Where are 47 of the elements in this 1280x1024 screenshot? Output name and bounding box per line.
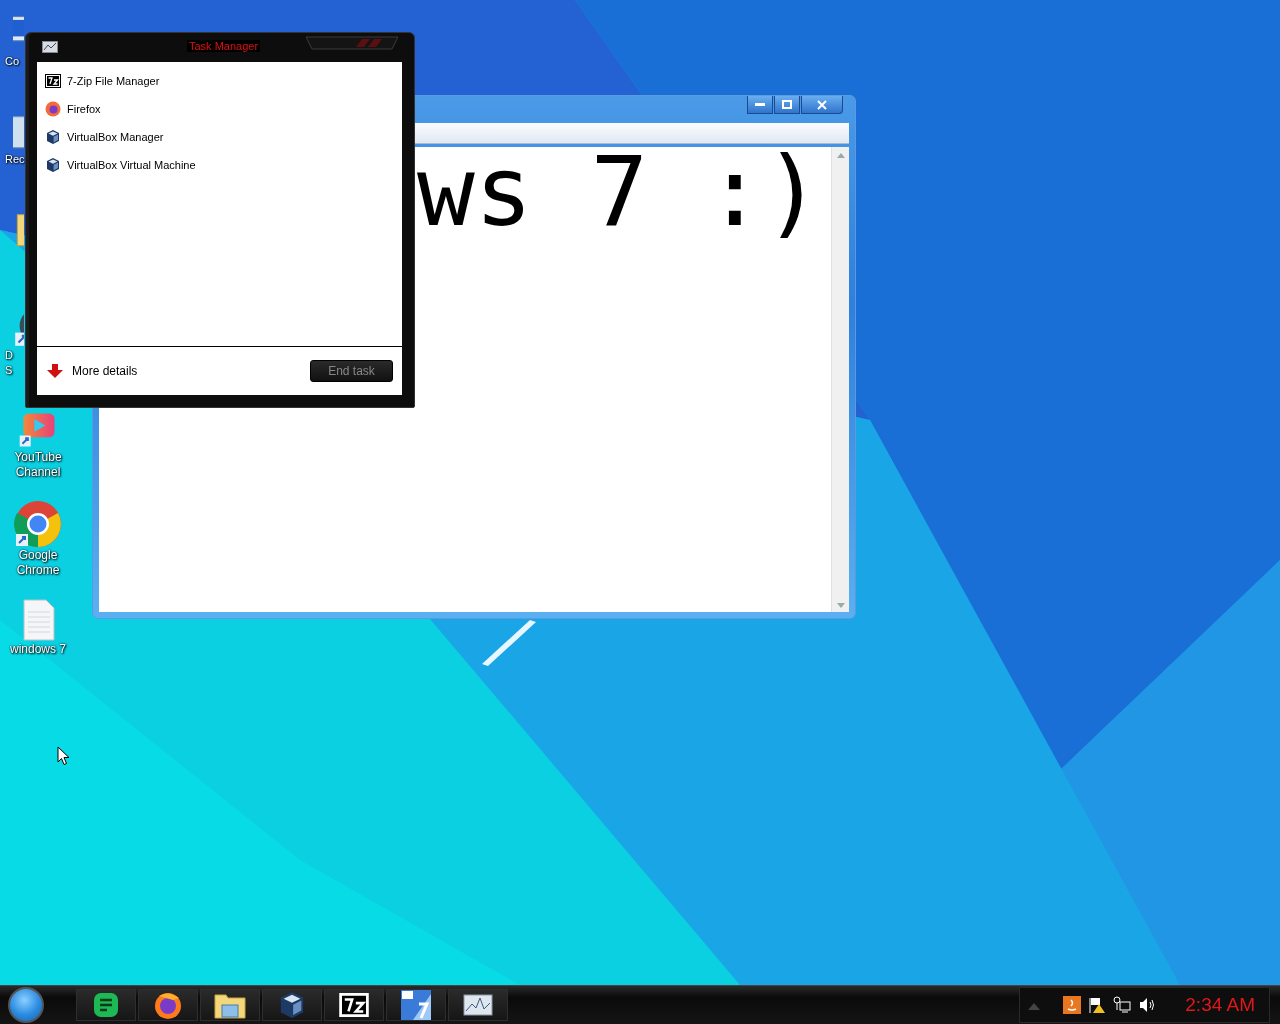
app-name: VirtualBox Virtual Machine — [67, 159, 196, 171]
app-list-item[interactable]: Firefox — [37, 95, 402, 123]
taskbar-button[interactable] — [200, 989, 260, 1021]
down-arrow-icon — [47, 364, 63, 378]
icon-label[interactable]: Co — [5, 54, 20, 69]
action-center-icon[interactable] — [1088, 996, 1107, 1014]
taskbar-button[interactable] — [138, 989, 198, 1021]
archive-app-icon — [45, 74, 61, 88]
java-icon[interactable] — [1063, 996, 1082, 1014]
document-text: ws 7 :) — [417, 147, 823, 240]
app-icon — [401, 990, 431, 1020]
minimize-button[interactable] — [747, 96, 773, 114]
taskbar-button[interactable] — [324, 989, 384, 1021]
end-task-button[interactable]: End task — [310, 360, 393, 382]
browser-shortcut-icon[interactable] — [14, 500, 62, 548]
clock[interactable]: 2:34 AM — [1185, 994, 1255, 1016]
minimize-icon — [755, 102, 765, 107]
archive-app-icon — [339, 993, 369, 1017]
app-name: Firefox — [67, 103, 101, 115]
notes-app-icon — [93, 992, 119, 1018]
network-icon[interactable] — [1113, 996, 1132, 1014]
mouse-cursor-icon — [57, 746, 70, 766]
maximize-button[interactable] — [774, 96, 800, 114]
app-name: VirtualBox Manager — [67, 131, 164, 143]
monitor-chart-icon — [42, 40, 58, 55]
close-button[interactable] — [801, 96, 843, 114]
taskbar-button[interactable] — [262, 989, 322, 1021]
maximize-icon — [782, 100, 792, 109]
window-title: Task Manager — [187, 40, 261, 52]
firefox-icon — [153, 990, 183, 1020]
taskbar-button[interactable] — [386, 989, 446, 1021]
app-name: 7-Zip File Manager — [67, 75, 160, 87]
cube-icon — [45, 157, 61, 173]
app-list-item[interactable]: 7-Zip File Manager — [37, 67, 402, 95]
taskbar-button[interactable] — [448, 989, 508, 1021]
volume-icon[interactable] — [1138, 996, 1157, 1014]
monitor-chart-icon — [463, 994, 493, 1016]
start-button[interactable] — [8, 987, 44, 1023]
taskbar-button[interactable] — [76, 989, 136, 1021]
icon-label[interactable]: Rec — [5, 152, 25, 167]
app-list-item[interactable]: VirtualBox Virtual Machine — [37, 151, 402, 179]
cube-icon — [279, 990, 305, 1020]
firefox-icon — [45, 101, 61, 117]
app-list-item[interactable]: VirtualBox Manager — [37, 123, 402, 151]
more-details-button[interactable]: More details — [47, 364, 138, 378]
cube-icon — [45, 129, 61, 145]
close-icon — [817, 99, 827, 110]
